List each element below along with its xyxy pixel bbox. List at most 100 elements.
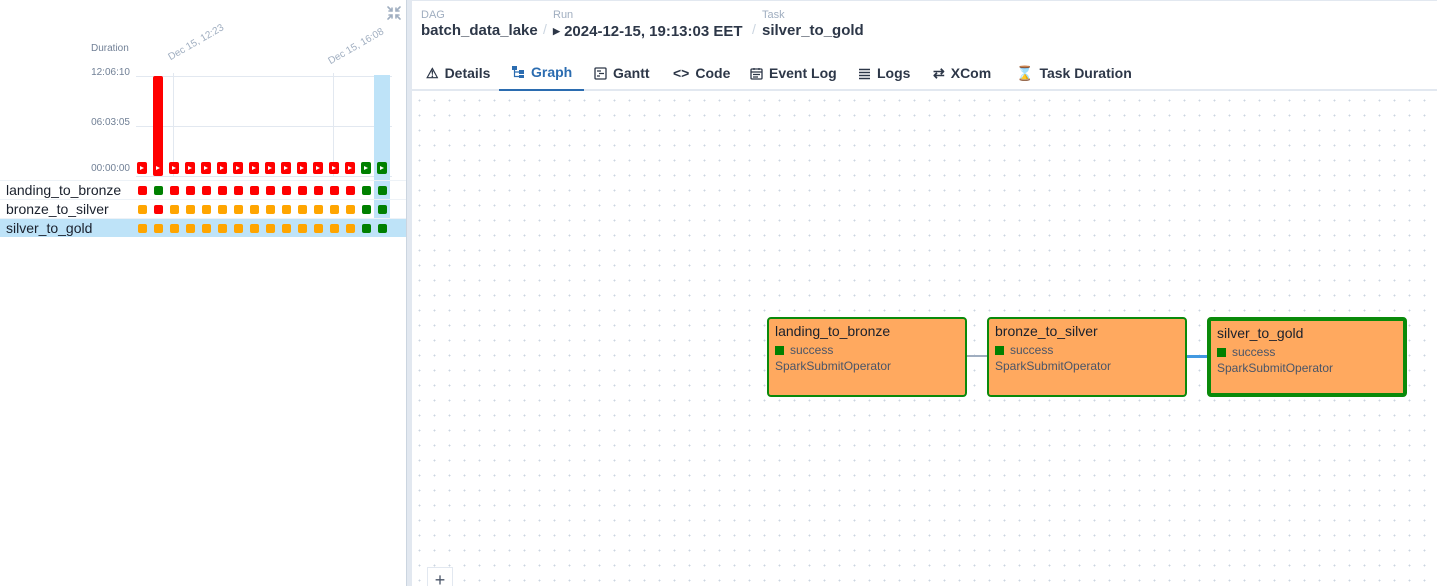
task-instance-cell[interactable] — [298, 205, 307, 214]
task-node-silver-to-gold[interactable]: silver_to_gold success SparkSubmitOperat… — [1207, 317, 1407, 397]
task-name[interactable]: silver_to_gold — [6, 220, 92, 236]
task-instance-cell[interactable] — [266, 224, 275, 233]
breadcrumb-separator: / — [752, 21, 756, 37]
task-instance-cell[interactable] — [250, 205, 259, 214]
run-button[interactable] — [169, 162, 179, 174]
task-instance-cell[interactable] — [138, 224, 147, 233]
task-instance-cell[interactable] — [362, 224, 371, 233]
run-button[interactable] — [233, 162, 243, 174]
tab-label: XCom — [950, 65, 992, 81]
task-instance-cell[interactable] — [154, 205, 163, 214]
task-instance-cell[interactable] — [378, 186, 387, 195]
graph-canvas[interactable]: landing_to_bronze success SparkSubmitOpe… — [412, 93, 1437, 586]
task-instance-cell[interactable] — [250, 224, 259, 233]
task-node-bronze-to-silver[interactable]: bronze_to_silver success SparkSubmitOper… — [987, 317, 1187, 397]
task-instance-cell[interactable] — [218, 186, 227, 195]
task-instance-cell[interactable] — [234, 224, 243, 233]
run-button[interactable] — [185, 162, 195, 174]
task-instance-cell[interactable] — [202, 186, 211, 195]
task-instance-cell[interactable] — [282, 186, 291, 195]
tab-event-log[interactable]: Event Log — [738, 55, 849, 91]
task-instance-cell[interactable] — [170, 205, 179, 214]
task-instance-cell[interactable] — [266, 205, 275, 214]
node-state-label: success — [1010, 343, 1054, 357]
run-button[interactable] — [361, 162, 371, 174]
task-instance-cell[interactable] — [378, 205, 387, 214]
tab-gantt[interactable]: Gantt — [582, 55, 662, 91]
task-instance-cell[interactable] — [202, 205, 211, 214]
x-tick-label: Dec 15, 12:23 — [166, 22, 226, 63]
task-instance-cell[interactable] — [330, 186, 339, 195]
run-button[interactable] — [329, 162, 339, 174]
run-button[interactable] — [217, 162, 227, 174]
task-instance-cell[interactable] — [138, 186, 147, 195]
task-instance-cell[interactable] — [346, 205, 355, 214]
task-node-landing-to-bronze[interactable]: landing_to_bronze success SparkSubmitOpe… — [767, 317, 967, 397]
task-instance-cell[interactable] — [282, 205, 291, 214]
task-row[interactable]: silver_to_gold — [0, 218, 406, 237]
task-instance-cell[interactable] — [362, 186, 371, 195]
task-instance-cell[interactable] — [234, 186, 243, 195]
collapse-grid-button[interactable] — [384, 3, 404, 23]
breadcrumb-task[interactable]: Task silver_to_gold — [762, 9, 864, 41]
task-instance-cell[interactable] — [186, 224, 195, 233]
graph-edge-highlighted[interactable] — [1186, 355, 1208, 358]
run-duration-bar[interactable] — [153, 76, 163, 176]
breadcrumb-dag-value[interactable]: batch_data_lake — [421, 22, 538, 39]
task-instance-cell[interactable] — [298, 224, 307, 233]
task-instance-cell[interactable] — [202, 224, 211, 233]
graph-edge[interactable] — [966, 355, 988, 357]
task-instance-cell[interactable] — [330, 205, 339, 214]
tab-graph[interactable]: Graph — [499, 55, 585, 91]
task-instance-cell[interactable] — [346, 186, 355, 195]
task-instance-cell[interactable] — [154, 224, 163, 233]
run-button[interactable] — [265, 162, 275, 174]
task-instance-cell[interactable] — [282, 224, 291, 233]
task-instance-cell[interactable] — [362, 205, 371, 214]
task-instance-cell[interactable] — [250, 186, 259, 195]
run-button[interactable] — [345, 162, 355, 174]
task-instance-cell[interactable] — [170, 186, 179, 195]
task-instance-cell[interactable] — [186, 205, 195, 214]
tab-code[interactable]: <> Code — [661, 55, 742, 91]
task-instance-cell[interactable] — [186, 186, 195, 195]
task-instance-cell[interactable] — [154, 186, 163, 195]
tab-xcom[interactable]: ⇄ XCom — [921, 55, 1003, 91]
breadcrumb-run[interactable]: Run ▶ 2024-12-15, 19:13:03 EET — [553, 9, 743, 42]
run-button[interactable] — [153, 162, 163, 174]
task-instance-cell[interactable] — [330, 224, 339, 233]
task-instance-cell[interactable] — [314, 205, 323, 214]
task-instance-cell[interactable] — [298, 186, 307, 195]
task-instance-cell[interactable] — [314, 186, 323, 195]
breadcrumb-dag[interactable]: DAG batch_data_lake — [421, 9, 538, 41]
tab-task-duration[interactable]: ⌛ Task Duration — [1004, 55, 1144, 91]
run-button[interactable] — [249, 162, 259, 174]
run-button[interactable] — [297, 162, 307, 174]
tab-details[interactable]: ⚠ Details — [414, 55, 502, 91]
task-instance-cell[interactable] — [266, 186, 275, 195]
play-icon — [220, 166, 224, 170]
run-button[interactable] — [281, 162, 291, 174]
task-instance-cell[interactable] — [378, 224, 387, 233]
task-instance-cell[interactable] — [170, 224, 179, 233]
task-instance-cell[interactable] — [234, 205, 243, 214]
breadcrumb-run-value-wrap[interactable]: ▶ 2024-12-15, 19:13:03 EET — [553, 23, 743, 40]
breadcrumb-task-value[interactable]: silver_to_gold — [762, 22, 864, 39]
status-square-icon — [995, 345, 1004, 355]
task-name[interactable]: bronze_to_silver — [6, 201, 109, 217]
task-row[interactable]: landing_to_bronze — [0, 180, 406, 199]
task-row[interactable]: bronze_to_silver — [0, 199, 406, 218]
task-instance-cell[interactable] — [138, 205, 147, 214]
run-button[interactable] — [313, 162, 323, 174]
run-button[interactable] — [201, 162, 211, 174]
tab-logs[interactable]: Logs — [846, 55, 922, 91]
task-instance-cell[interactable] — [218, 205, 227, 214]
run-button[interactable] — [377, 162, 387, 174]
task-name[interactable]: landing_to_bronze — [6, 182, 121, 198]
task-instance-cell[interactable] — [218, 224, 227, 233]
xcom-icon: ⇄ — [933, 64, 945, 81]
task-instance-cell[interactable] — [346, 224, 355, 233]
task-instance-cell[interactable] — [314, 224, 323, 233]
run-button[interactable] — [137, 162, 147, 174]
zoom-in-button[interactable]: + — [427, 567, 453, 586]
